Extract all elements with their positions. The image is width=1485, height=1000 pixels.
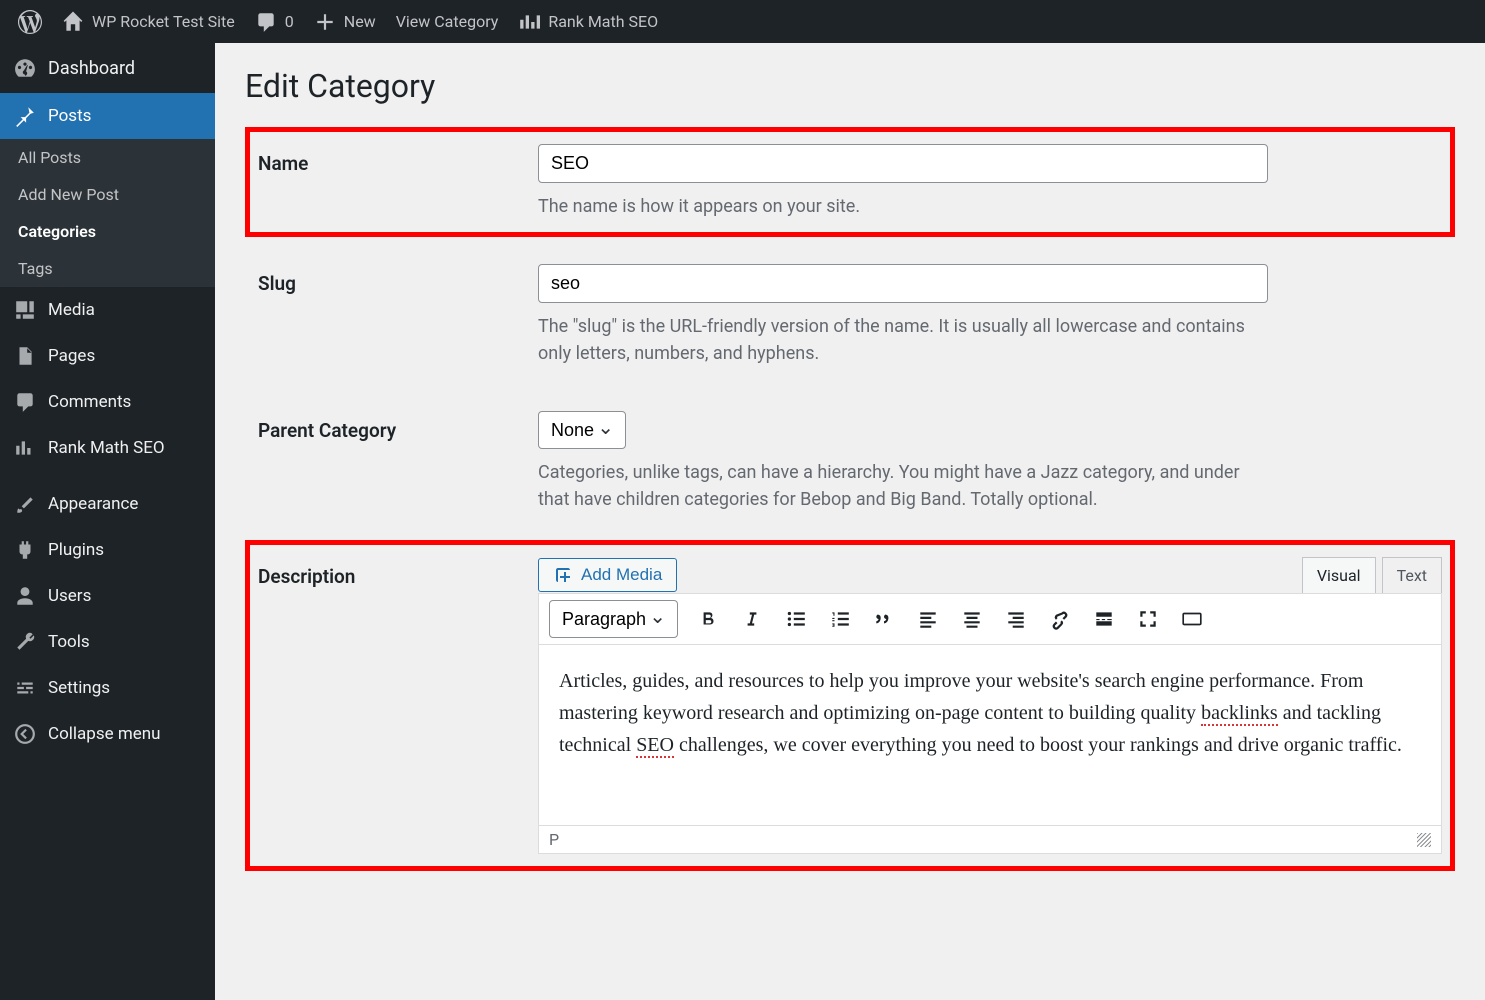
menu-tools[interactable]: Tools — [0, 619, 215, 665]
numbered-list-icon — [829, 608, 851, 630]
admin-bar: WP Rocket Test Site 0 New View Category … — [0, 0, 1485, 43]
align-center-button[interactable] — [958, 605, 986, 633]
media-add-icon — [553, 565, 573, 585]
comment-icon — [255, 11, 277, 33]
name-help: The name is how it appears on your site. — [538, 193, 1268, 220]
collapse-icon — [14, 723, 36, 745]
parent-help: Categories, unlike tags, can have a hier… — [538, 459, 1268, 513]
fullscreen-icon — [1137, 608, 1159, 630]
align-right-icon — [1005, 608, 1027, 630]
tab-visual[interactable]: Visual — [1302, 557, 1376, 593]
readmore-button[interactable] — [1090, 605, 1118, 633]
parent-label: Parent Category — [258, 411, 538, 513]
editor-path: P — [549, 830, 559, 849]
align-center-icon — [961, 608, 983, 630]
toolbar-toggle-button[interactable] — [1178, 605, 1206, 633]
brush-icon — [14, 493, 36, 515]
italic-icon — [741, 608, 763, 630]
submenu-tags[interactable]: Tags — [0, 250, 215, 287]
fullscreen-button[interactable] — [1134, 605, 1162, 633]
description-row: Description Add Media Visual Text — [245, 540, 1455, 871]
name-row: Name The name is how it appears on your … — [245, 127, 1455, 237]
parent-row: Parent Category None Categories, unlike … — [245, 394, 1455, 530]
site-name-link[interactable]: WP Rocket Test Site — [52, 0, 245, 43]
menu-rank-math[interactable]: Rank Math SEO — [0, 425, 215, 471]
submenu-all-posts[interactable]: All Posts — [0, 139, 215, 176]
quote-icon — [873, 608, 895, 630]
bullet-list-icon — [785, 608, 807, 630]
slug-label: Slug — [258, 264, 538, 367]
numbered-list-button[interactable] — [826, 605, 854, 633]
wrench-icon — [14, 631, 36, 653]
menu-pages[interactable]: Pages — [0, 333, 215, 379]
menu-comments[interactable]: Comments — [0, 379, 215, 425]
plugin-icon — [14, 539, 36, 561]
bullet-list-button[interactable] — [782, 605, 810, 633]
spell-error: SEO — [636, 734, 674, 758]
media-icon — [14, 299, 36, 321]
slug-help: The "slug" is the URL-friendly version o… — [538, 313, 1268, 367]
menu-plugins[interactable]: Plugins — [0, 527, 215, 573]
menu-users[interactable]: Users — [0, 573, 215, 619]
menu-posts[interactable]: Posts — [0, 93, 215, 139]
new-content-link[interactable]: New — [304, 0, 386, 43]
align-right-button[interactable] — [1002, 605, 1030, 633]
dashboard-icon — [14, 57, 36, 79]
home-icon — [62, 11, 84, 33]
pages-icon — [14, 345, 36, 367]
spell-error: backlinks — [1201, 702, 1278, 726]
comments-link[interactable]: 0 — [245, 0, 304, 43]
settings-icon — [14, 677, 36, 699]
description-editor[interactable]: Articles, guides, and resources to help … — [539, 645, 1441, 825]
plus-icon — [314, 11, 336, 33]
italic-button[interactable] — [738, 605, 766, 633]
user-icon — [14, 585, 36, 607]
posts-submenu: All Posts Add New Post Categories Tags — [0, 139, 215, 287]
tab-text[interactable]: Text — [1382, 557, 1442, 593]
align-left-button[interactable] — [914, 605, 942, 633]
resize-handle[interactable] — [1417, 833, 1431, 847]
wordpress-icon — [18, 10, 42, 34]
menu-dashboard[interactable]: Dashboard — [0, 43, 215, 93]
page-title: Edit Category — [245, 67, 1455, 105]
bold-button[interactable] — [694, 605, 722, 633]
admin-sidebar: Dashboard Posts All Posts Add New Post C… — [0, 43, 215, 1000]
readmore-icon — [1093, 608, 1115, 630]
chart-icon — [518, 11, 540, 33]
keyboard-icon — [1181, 608, 1203, 630]
description-label: Description — [258, 557, 538, 854]
bold-icon — [697, 608, 719, 630]
submenu-categories[interactable]: Categories — [0, 213, 215, 250]
slug-input[interactable] — [538, 264, 1268, 303]
rank-math-icon — [14, 437, 36, 459]
site-title: WP Rocket Test Site — [92, 12, 235, 31]
new-label: New — [344, 12, 376, 31]
rank-math-link[interactable]: Rank Math SEO — [508, 0, 668, 43]
name-input[interactable] — [538, 144, 1268, 183]
view-category-link[interactable]: View Category — [386, 0, 509, 43]
name-label: Name — [258, 144, 538, 220]
link-icon — [1049, 608, 1071, 630]
wp-logo[interactable] — [8, 0, 52, 43]
editor-toolbar: Paragraph — [539, 594, 1441, 645]
content-area: Edit Category Name The name is how it ap… — [215, 43, 1485, 1000]
align-left-icon — [917, 608, 939, 630]
blockquote-button[interactable] — [870, 605, 898, 633]
menu-settings[interactable]: Settings — [0, 665, 215, 711]
comment-count: 0 — [285, 12, 294, 31]
menu-media[interactable]: Media — [0, 287, 215, 333]
submenu-add-new-post[interactable]: Add New Post — [0, 176, 215, 213]
link-button[interactable] — [1046, 605, 1074, 633]
slug-row: Slug The "slug" is the URL-friendly vers… — [245, 247, 1455, 384]
add-media-button[interactable]: Add Media — [538, 558, 677, 592]
menu-appearance[interactable]: Appearance — [0, 481, 215, 527]
comments-icon — [14, 391, 36, 413]
format-select[interactable]: Paragraph — [549, 600, 678, 638]
parent-select[interactable]: None — [538, 411, 626, 449]
collapse-menu[interactable]: Collapse menu — [0, 711, 215, 757]
pin-icon — [14, 105, 36, 127]
